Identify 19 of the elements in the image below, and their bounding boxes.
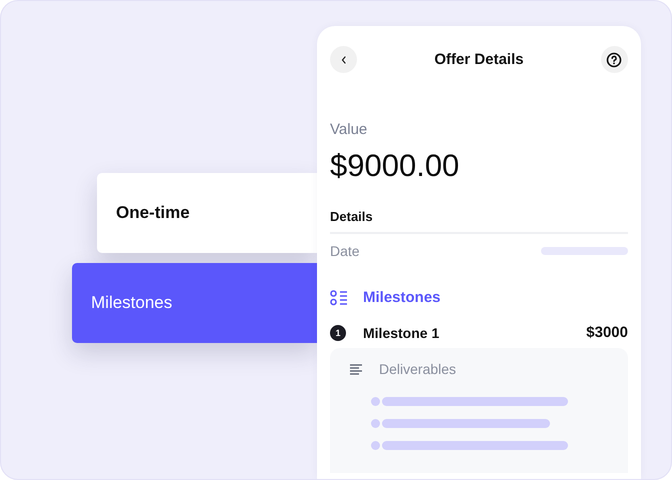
panel-title: Offer Details [434,51,524,68]
deliverables-label: Deliverables [379,361,456,377]
details-heading: Details [330,209,373,224]
help-icon [606,52,622,68]
bullet-dot [371,419,380,428]
bullet-dot [371,397,380,406]
help-button[interactable] [600,46,628,73]
milestone-number: 1 [330,324,346,340]
payment-option[interactable]: One-time [97,173,317,253]
detail-label: Date [330,243,360,259]
payment-option[interactable]: Milestones [72,263,317,343]
milestone-amount: $3000 [586,324,628,341]
list-icon [330,290,349,306]
text-lines-icon [350,364,363,374]
milestones-heading: Milestones [363,289,441,306]
value-label: Value [330,121,368,138]
value-amount: $9000.00 [330,148,460,184]
milestone-name: Milestone 1 [363,324,440,340]
bullet-dot [371,441,380,450]
